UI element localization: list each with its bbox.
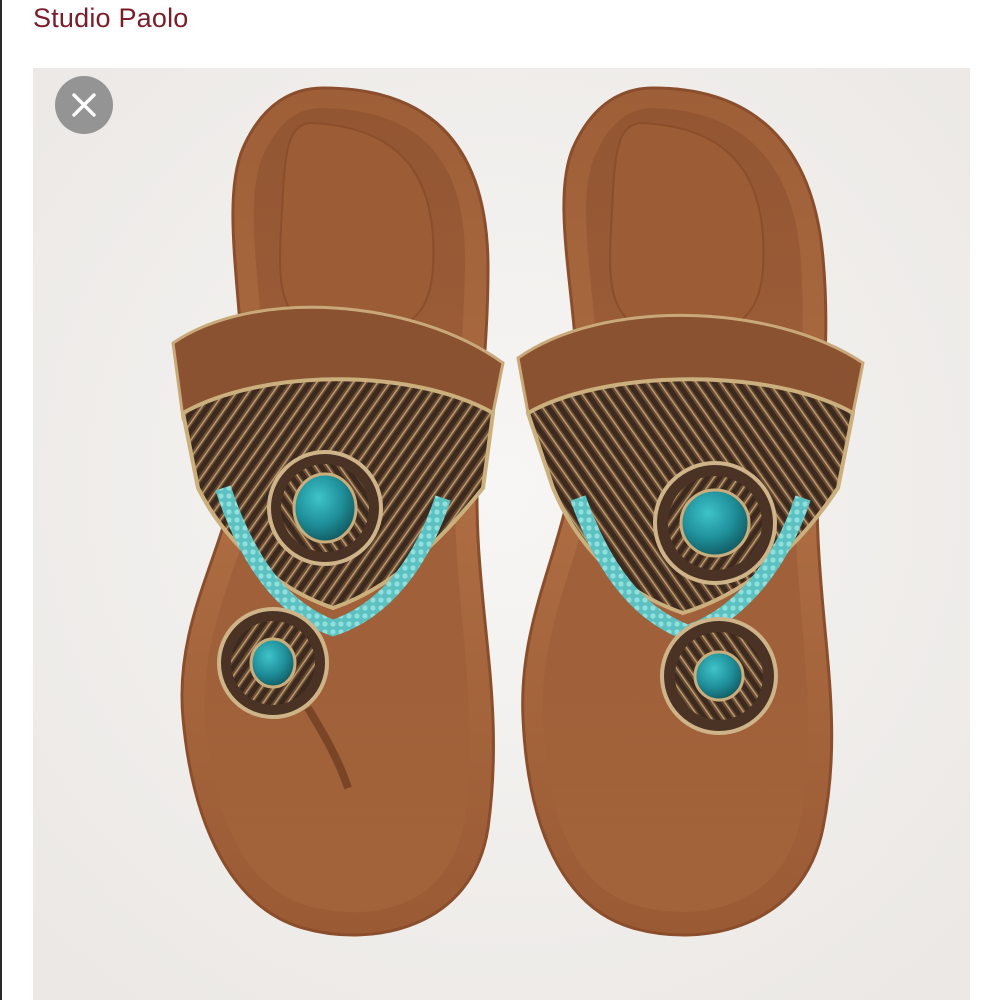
close-icon-glyph	[72, 93, 96, 117]
close-icon[interactable]	[55, 76, 113, 134]
brand-title[interactable]: Studio Paolo	[33, 0, 189, 40]
sandals-image	[33, 68, 970, 1000]
product-photo[interactable]	[33, 68, 970, 1000]
left-divider	[0, 0, 2, 1000]
page: Studio Paolo	[0, 0, 1000, 1000]
right-sandal	[516, 86, 865, 937]
